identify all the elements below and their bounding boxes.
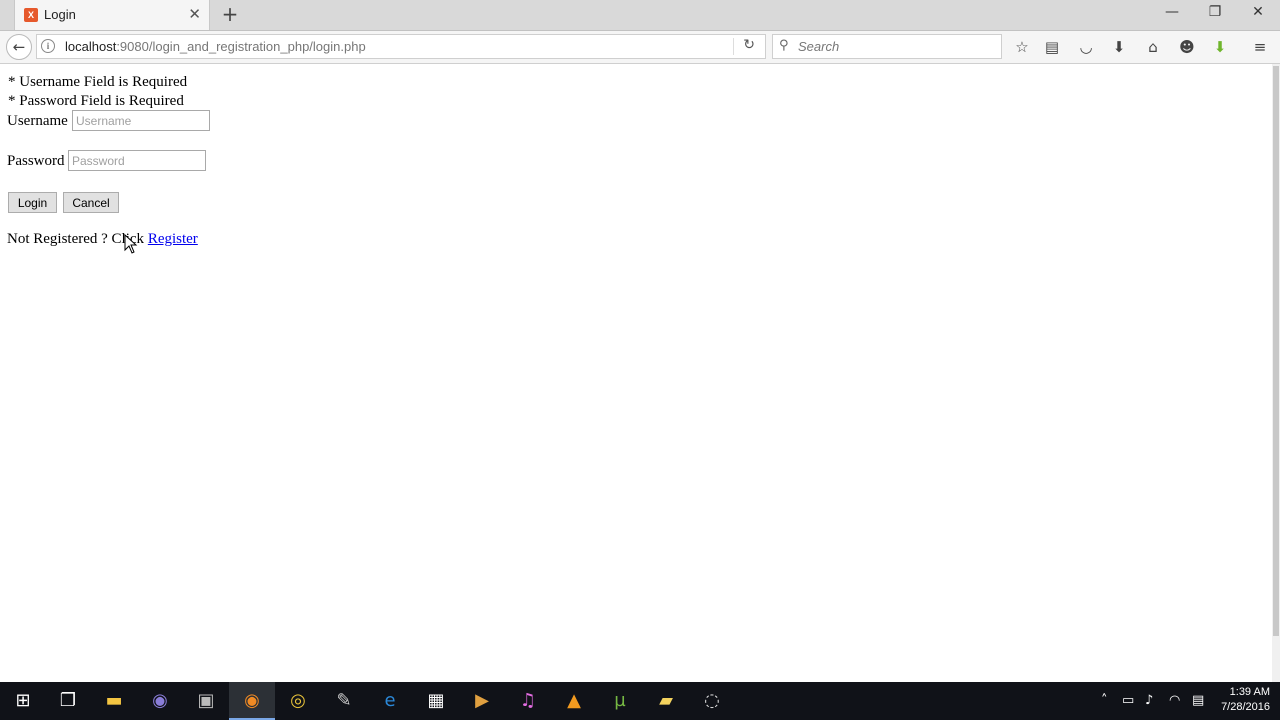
taskbar: ⊞ ❐ ▬ ◉ ▣ ◉ ◎ ✎ e ▦ ▶ ♫ ▲ µ ▰ ◌ ˄ ▭ ♪ ◠ …: [0, 682, 1280, 720]
password-input[interactable]: [68, 150, 206, 171]
url-path: :9080/login_and_registration_php/login.p…: [116, 39, 366, 54]
menu-icon[interactable]: ≡: [1249, 37, 1271, 57]
restore-icon[interactable]: ❐: [1203, 4, 1227, 20]
vlc-icon[interactable]: ▲: [551, 682, 597, 720]
file-explorer-icon[interactable]: ▬: [91, 682, 137, 720]
address-bar[interactable]: i localhost:9080/login_and_registration_…: [36, 34, 766, 59]
battery-icon[interactable]: ▭: [1122, 693, 1134, 708]
app-icon[interactable]: ✎: [321, 682, 367, 720]
home-icon[interactable]: ⌂: [1142, 37, 1164, 57]
clock[interactable]: 1:39 AM 7/28/2016: [1221, 685, 1270, 715]
navigation-bar: ← i localhost:9080/login_and_registratio…: [0, 31, 1280, 64]
action-center-icon[interactable]: ▤: [1192, 693, 1204, 708]
xampp-icon: X: [24, 8, 38, 22]
utorrent-icon[interactable]: µ: [597, 682, 643, 720]
volume-icon[interactable]: ♪: [1145, 693, 1153, 708]
bookmarks-list-icon[interactable]: ▤: [1041, 37, 1063, 57]
tab-title: Login: [44, 7, 76, 22]
scrollbar-thumb[interactable]: [1273, 66, 1279, 636]
site-info-icon[interactable]: i: [41, 39, 55, 53]
register-prompt: Not Registered ? Click Register: [7, 230, 198, 248]
show-hidden-icons-icon[interactable]: ˄: [1101, 693, 1108, 708]
mouse-cursor-icon: [124, 234, 138, 254]
url-text[interactable]: localhost:9080/login_and_registration_ph…: [65, 39, 366, 54]
back-button[interactable]: ←: [6, 34, 32, 60]
page-scrollbar[interactable]: [1272, 64, 1280, 682]
back-arrow-icon: ←: [12, 38, 26, 56]
start-icon[interactable]: ⊞: [0, 682, 46, 720]
search-placeholder: Search: [798, 39, 840, 54]
itunes-icon[interactable]: ♫: [505, 682, 551, 720]
edge-icon[interactable]: e: [367, 682, 413, 720]
password-error-message: * Password Field is Required: [8, 93, 184, 109]
wifi-icon[interactable]: ◠: [1169, 693, 1180, 708]
folder-icon[interactable]: ▰: [643, 682, 689, 720]
tab-strip: X Login ✕ + — ❐ ✕: [0, 0, 1280, 31]
store-icon[interactable]: ▦: [413, 682, 459, 720]
search-icon: ⚲: [779, 38, 789, 53]
username-input[interactable]: [72, 110, 210, 131]
task-view-icon[interactable]: ❐: [45, 682, 91, 720]
search-bar[interactable]: ⚲ Search: [772, 34, 1002, 59]
username-label: Username: [7, 113, 68, 129]
eclipse-icon[interactable]: ◉: [137, 682, 183, 720]
bookmark-star-icon[interactable]: ☆: [1011, 37, 1033, 57]
minimize-icon[interactable]: —: [1160, 4, 1184, 20]
url-host: localhost: [65, 39, 117, 54]
sublime-icon[interactable]: ▣: [183, 682, 229, 720]
tab-login[interactable]: X Login ✕: [14, 0, 210, 30]
download-helper-icon[interactable]: ⬇: [1209, 37, 1231, 57]
reload-icon[interactable]: ↻: [743, 37, 755, 53]
login-button[interactable]: Login: [8, 192, 57, 213]
downloads-icon[interactable]: ⬇: [1108, 37, 1130, 57]
close-tab-icon[interactable]: ✕: [188, 6, 201, 23]
cancel-button[interactable]: Cancel: [63, 192, 119, 213]
password-label: Password: [7, 153, 65, 169]
login-page: * Username Field is Required * Password …: [0, 64, 1272, 682]
media-icon[interactable]: ▶: [459, 682, 505, 720]
obs-icon[interactable]: ◌: [689, 682, 735, 720]
username-error-message: * Username Field is Required: [8, 74, 188, 90]
url-divider: [733, 38, 734, 55]
close-window-icon[interactable]: ✕: [1246, 4, 1270, 20]
pocket-icon[interactable]: ◡: [1075, 37, 1097, 57]
clock-time: 1:39 AM: [1229, 686, 1270, 698]
chrome-icon[interactable]: ◎: [275, 682, 321, 720]
new-tab-button[interactable]: +: [220, 4, 240, 24]
firefox-icon[interactable]: ◉: [229, 682, 275, 720]
hello-chat-icon[interactable]: ☻: [1176, 37, 1198, 57]
clock-date: 7/28/2016: [1221, 701, 1270, 713]
register-link[interactable]: Register: [148, 231, 198, 247]
